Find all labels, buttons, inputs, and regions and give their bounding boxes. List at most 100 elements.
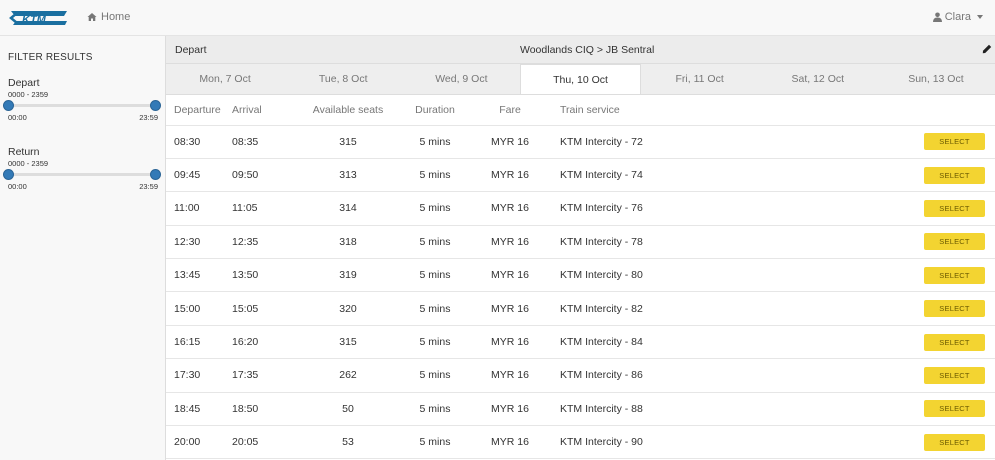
- duration: 5 mins: [398, 158, 472, 193]
- return-filter: Return 0000 - 2359 00:00 23:59: [3, 146, 161, 191]
- table-row: 20:00 20:05 53 5 mins MYR 16 KTM Intercity - …: [166, 425, 995, 460]
- home-link[interactable]: Home: [87, 11, 130, 23]
- depart-filter-range: 0000 - 2359: [8, 90, 49, 99]
- departure-time: 15:00: [166, 291, 232, 326]
- select-button[interactable]: SELECT: [924, 266, 985, 284]
- return-slider-min-label: 00:00: [8, 182, 27, 191]
- top-navbar: KTM Home Clara: [0, 0, 995, 36]
- row-action: SELECT: [915, 258, 995, 293]
- depart-filter: Depart 0000 - 2359 00:00 23:59: [3, 77, 161, 122]
- date-tab[interactable]: Sat, 12 Oct: [759, 64, 877, 94]
- train-service: KTM Intercity - 76: [548, 191, 915, 226]
- header-action: [915, 95, 995, 126]
- return-filter-label: Return: [8, 146, 40, 158]
- select-button[interactable]: SELECT: [924, 366, 985, 384]
- train-service: KTM Intercity - 86: [548, 358, 915, 393]
- arrival-time: 18:50: [232, 392, 298, 427]
- date-tabs: Mon, 7 Oct Tue, 8 Oct Wed, 9 Oct Thu, 10…: [166, 64, 995, 95]
- header-arrival: Arrival: [232, 95, 298, 126]
- depart-time-slider[interactable]: [3, 100, 161, 111]
- user-menu[interactable]: Clara: [932, 11, 983, 23]
- row-action: SELECT: [915, 325, 995, 360]
- ktm-logo[interactable]: KTM: [9, 7, 69, 29]
- departure-time: 18:45: [166, 392, 232, 427]
- train-service: KTM Intercity - 74: [548, 158, 915, 193]
- row-action: SELECT: [915, 392, 995, 427]
- fare: MYR 16: [472, 225, 548, 260]
- filter-title: FILTER RESULTS: [8, 52, 93, 63]
- table-row: 16:15 16:20 315 5 mins MYR 16 KTM Intercity -…: [166, 325, 995, 360]
- fare: MYR 16: [472, 158, 548, 193]
- available-seats: 320: [298, 291, 398, 326]
- header-duration: Duration: [398, 95, 472, 126]
- duration: 5 mins: [398, 358, 472, 393]
- date-tab[interactable]: Fri, 11 Oct: [641, 64, 759, 94]
- return-filter-range: 0000 - 2359: [8, 159, 49, 168]
- fare: MYR 16: [472, 325, 548, 360]
- departure-time: 08:30: [166, 125, 232, 159]
- train-service: KTM Intercity - 88: [548, 392, 915, 427]
- fare: MYR 16: [472, 125, 548, 159]
- route-bar: Depart Woodlands CIQ > JB Sentral: [166, 36, 995, 64]
- duration: 5 mins: [398, 425, 472, 460]
- available-seats: 53: [298, 425, 398, 460]
- date-tab[interactable]: Mon, 7 Oct: [166, 64, 284, 94]
- select-button[interactable]: SELECT: [924, 400, 985, 418]
- table-row: 15:00 15:05 320 5 mins MYR 16 KTM Intercity -…: [166, 291, 995, 326]
- date-tab[interactable]: Sun, 13 Oct: [877, 64, 995, 94]
- available-seats: 314: [298, 191, 398, 226]
- date-tab[interactable]: Tue, 8 Oct: [284, 64, 402, 94]
- duration: 5 mins: [398, 225, 472, 260]
- duration: 5 mins: [398, 325, 472, 360]
- select-button[interactable]: SELECT: [924, 199, 985, 217]
- arrival-time: 17:35: [232, 358, 298, 393]
- chevron-down-icon: [977, 15, 983, 19]
- departure-time: 16:15: [166, 325, 232, 360]
- select-button[interactable]: SELECT: [924, 233, 985, 251]
- return-slider-min-handle[interactable]: [3, 169, 14, 180]
- arrival-time: 08:35: [232, 125, 298, 159]
- available-seats: 262: [298, 358, 398, 393]
- date-tab[interactable]: Wed, 9 Oct: [402, 64, 520, 94]
- arrival-time: 11:05: [232, 191, 298, 226]
- select-button[interactable]: SELECT: [924, 133, 985, 151]
- depart-slider-min-label: 00:00: [8, 113, 27, 122]
- select-button[interactable]: SELECT: [924, 166, 985, 184]
- logo-text: KTM: [22, 14, 47, 26]
- date-tab-active[interactable]: Thu, 10 Oct: [520, 64, 641, 94]
- arrival-time: 15:05: [232, 291, 298, 326]
- select-button[interactable]: SELECT: [924, 433, 985, 451]
- table-row: 13:45 13:50 319 5 mins MYR 16 KTM Intercity -…: [166, 258, 995, 293]
- table-row: 11:00 11:05 314 5 mins MYR 16 KTM Intercity -…: [166, 191, 995, 226]
- header-available-seats: Available seats: [298, 95, 398, 126]
- available-seats: 315: [298, 325, 398, 360]
- row-action: SELECT: [915, 191, 995, 226]
- table-row: 17:30 17:35 262 5 mins MYR 16 KTM Intercity -…: [166, 358, 995, 393]
- header-fare: Fare: [472, 95, 548, 126]
- depart-slider-min-handle[interactable]: [3, 100, 14, 111]
- schedule-body: 08:30 08:35 315 5 mins MYR 16 KTM Intercity -…: [166, 125, 995, 460]
- arrival-time: 09:50: [232, 158, 298, 193]
- fare: MYR 16: [472, 291, 548, 326]
- filter-sidebar: FILTER RESULTS Depart 0000 - 2359 00:00 …: [0, 36, 166, 460]
- select-button[interactable]: SELECT: [924, 300, 985, 318]
- home-icon: [87, 13, 97, 21]
- route-depart-label: Depart: [175, 44, 207, 56]
- train-service: KTM Intercity - 90: [548, 425, 915, 460]
- available-seats: 313: [298, 158, 398, 193]
- departure-time: 20:00: [166, 425, 232, 460]
- select-button[interactable]: SELECT: [924, 333, 985, 351]
- fare: MYR 16: [472, 191, 548, 226]
- duration: 5 mins: [398, 191, 472, 226]
- available-seats: 315: [298, 125, 398, 159]
- arrival-time: 16:20: [232, 325, 298, 360]
- depart-slider-max-handle[interactable]: [150, 100, 161, 111]
- available-seats: 50: [298, 392, 398, 427]
- depart-slider-track: [8, 104, 158, 107]
- return-slider-max-handle[interactable]: [150, 169, 161, 180]
- return-time-slider[interactable]: [3, 169, 161, 180]
- departure-time: 12:30: [166, 225, 232, 260]
- row-action: SELECT: [915, 358, 995, 393]
- pencil-icon[interactable]: [982, 44, 992, 54]
- available-seats: 318: [298, 225, 398, 260]
